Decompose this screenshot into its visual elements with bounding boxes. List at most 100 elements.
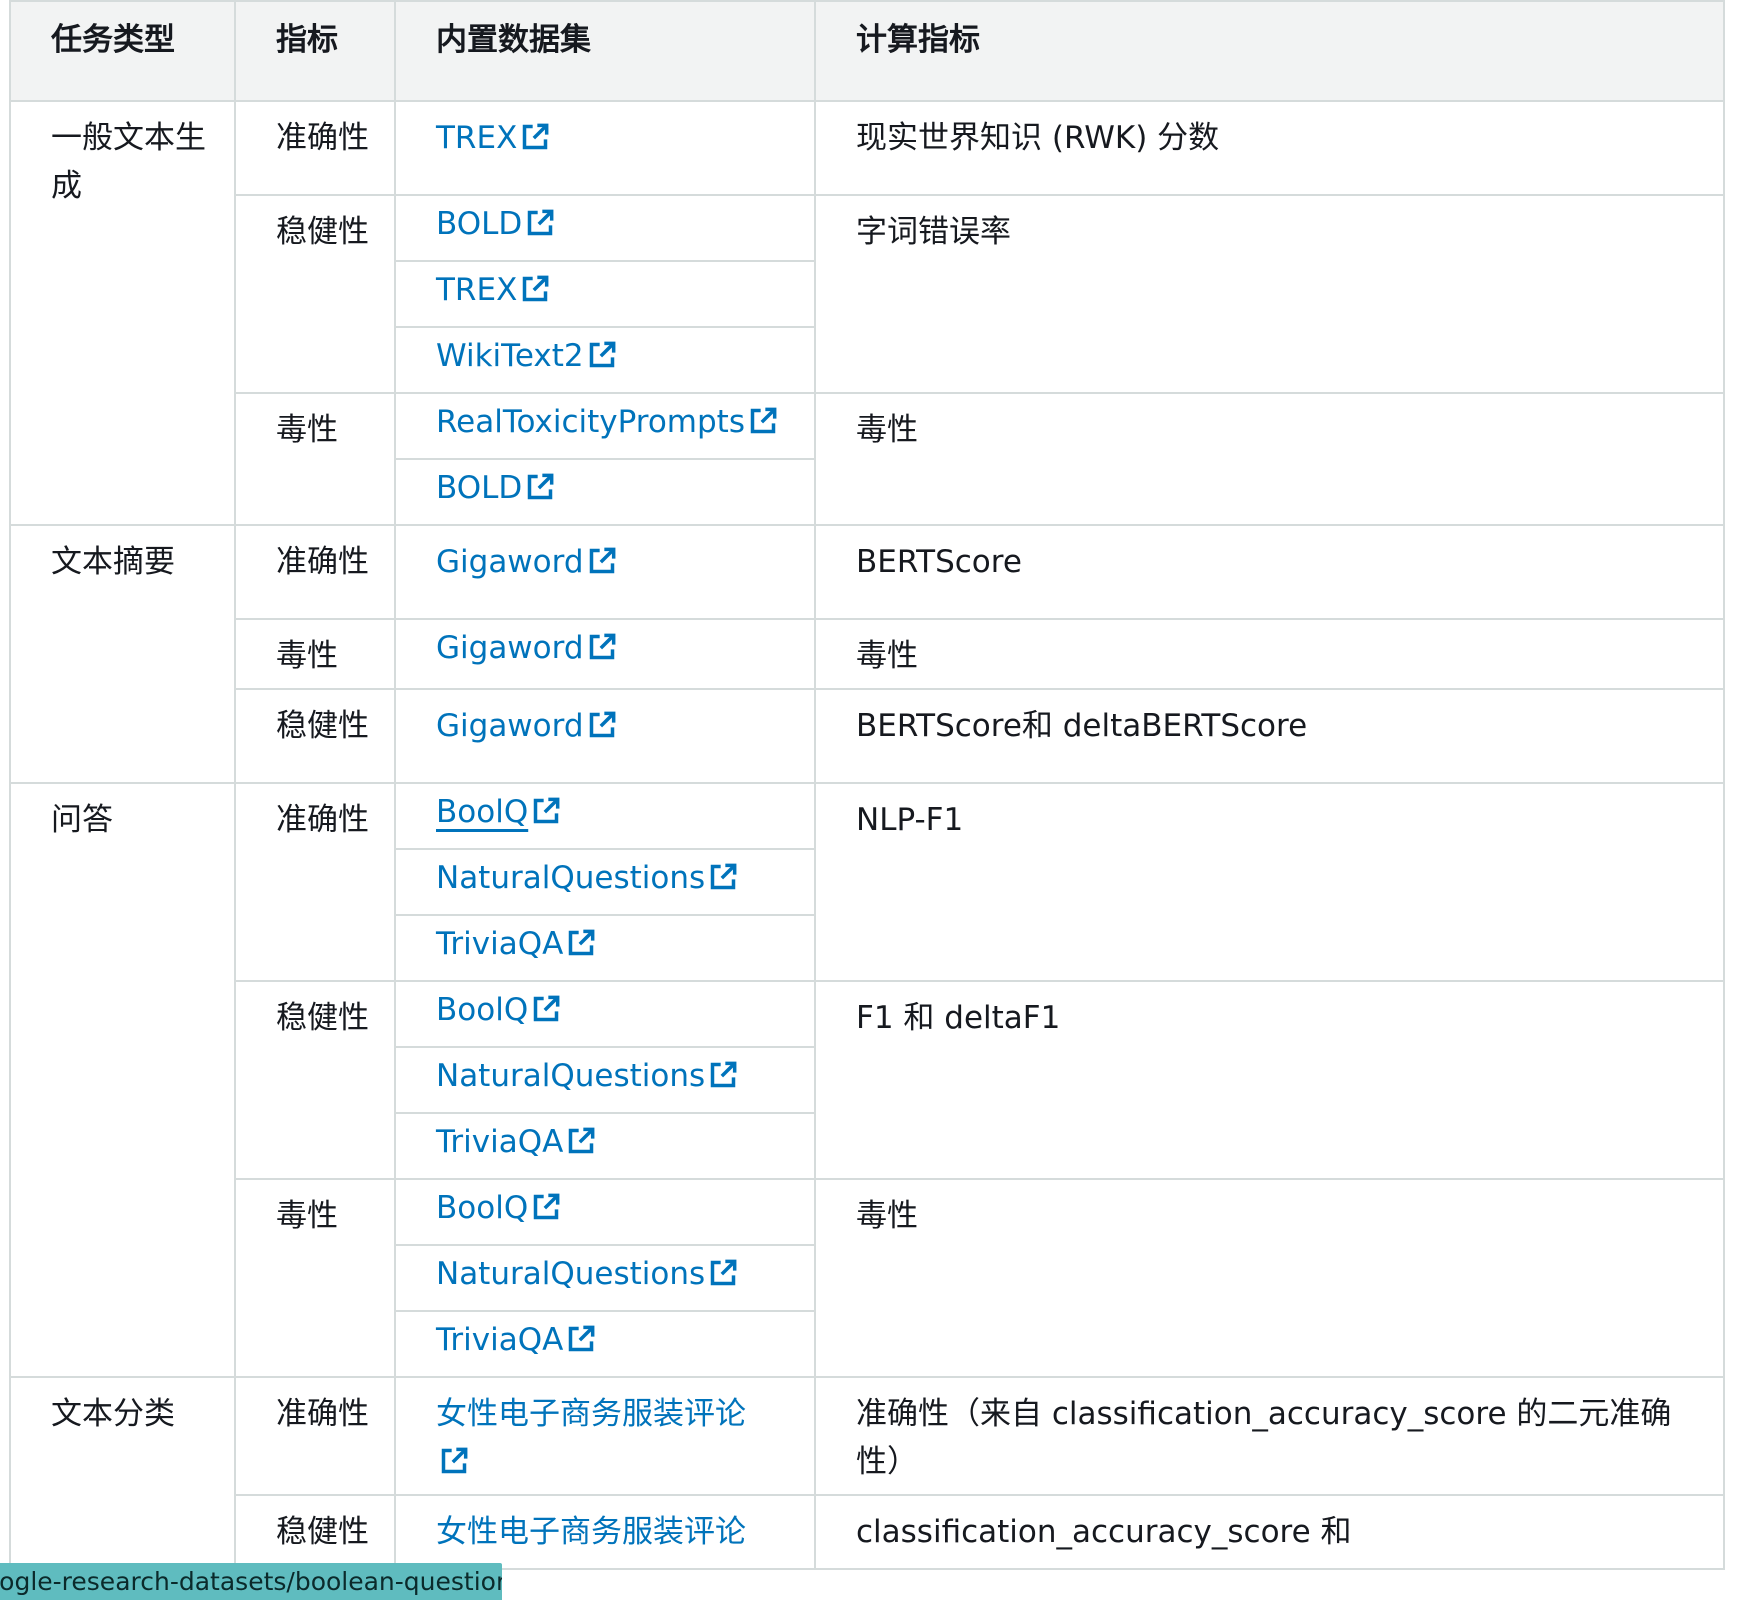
table-row: 稳健性 BOLD 字词错误率 [10,194,1725,394]
dataset-link[interactable]: Gigaword [436,544,616,580]
external-link-icon [709,1259,737,1287]
computed-metric-cell: 字词错误率 [814,194,1725,394]
table-row: 毒性 RealToxicityPrompts 毒性 [10,392,1725,526]
external-link-icon [526,209,554,237]
computed-metric-cell: 毒性 [814,1178,1725,1378]
dataset-link[interactable]: TriviaQA [436,926,595,962]
dataset-cell: Gigaword [394,524,816,620]
external-link-icon [440,1447,468,1475]
table-row: 毒性 BoolQ 毒性 [10,1178,1725,1378]
metric-cell: 毒性 [234,1178,396,1378]
dataset-cell: 女性电子商务服装评论 [394,1376,816,1496]
external-link-icon [526,473,554,501]
evaluation-table: 任务类型 指标 内置数据集 计算指标 一般文本生成 准确性 TREX 现实世界知… [9,0,1725,1570]
computed-metric-cell: 毒性 [814,392,1725,526]
dataset-cell: TriviaQA [394,1112,816,1180]
external-link-icon [532,995,560,1023]
dataset-cell: NaturalQuestions [394,848,816,916]
dataset-cell: TriviaQA [394,1310,816,1378]
dataset-link[interactable]: 女性电子商务服装评论 [436,1514,746,1550]
computed-metric-cell: 准确性（来自 classification_accuracy_score 的二元… [814,1376,1725,1496]
dataset-cell: Gigaword [394,618,816,690]
table-row: 稳健性 Gigaword BERTScore和 deltaBERTScore [10,688,1725,784]
header-task-type: 任务类型 [9,0,236,102]
dataset-cell: TREX [394,260,816,328]
dataset-link[interactable]: TREX [436,120,549,156]
external-link-icon [588,341,616,369]
dataset-cell: TREX [394,100,816,196]
metric-cell: 准确性 [234,782,396,982]
dataset-cell: TriviaQA [394,914,816,982]
external-link-icon [588,633,616,661]
external-link-icon [521,275,549,303]
dataset-cell: BoolQ [394,782,816,850]
external-link-icon [567,1127,595,1155]
metric-cell: 稳健性 [234,194,396,394]
metric-cell: 稳健性 [234,1494,396,1570]
table-row: 一般文本生成 准确性 TREX 现实世界知识 (RWK) 分数 [9,100,1725,526]
dataset-cell: RealToxicityPrompts [394,392,816,460]
dataset-link[interactable]: TriviaQA [436,1322,595,1358]
dataset-link[interactable]: RealToxicityPrompts [436,404,777,440]
dataset-cell: BoolQ [394,980,816,1048]
external-link-icon [709,863,737,891]
table-row: 稳健性 BoolQ F1 和 deltaF1 [10,980,1725,1180]
metric-cell: 毒性 [234,618,396,690]
dataset-link[interactable]: NaturalQuestions [436,860,737,896]
table-row: 问答 准确性 BoolQ NLP-F1 [9,782,1725,1378]
task-cell: 文本摘要 [9,524,236,784]
table-row: 毒性 Gigaword 毒性 [10,618,1725,690]
dataset-cell: NaturalQuestions [394,1244,816,1312]
dataset-cell: 女性电子商务服装评论 [394,1494,816,1570]
metric-cell: 稳健性 [234,980,396,1180]
status-url: google-research-datasets/boolean-questio… [0,1567,502,1596]
table-row: 文本分类 准确性 女性电子商务服装评论 准确性（来自 classificatio… [9,1376,1725,1570]
external-link-icon [521,123,549,151]
dataset-link[interactable]: TREX [436,272,549,308]
dataset-link[interactable]: NaturalQuestions [436,1058,737,1094]
computed-metric-cell: NLP-F1 [814,782,1725,982]
metric-cell: 准确性 [234,100,396,196]
task-cell: 文本分类 [9,1376,236,1570]
computed-metric-cell: 现实世界知识 (RWK) 分数 [814,100,1725,196]
link-status-bar: google-research-datasets/boolean-questio… [0,1563,502,1600]
header-computed-metric: 计算指标 [814,0,1725,102]
dataset-link[interactable]: Gigaword [436,708,616,744]
header-metric: 指标 [234,0,396,102]
computed-metric-cell: BERTScore和 deltaBERTScore [814,688,1725,784]
external-link-icon [588,547,616,575]
metric-cell: 毒性 [234,392,396,526]
dataset-link[interactable]: TriviaQA [436,1124,595,1160]
header-row: 任务类型 指标 内置数据集 计算指标 [9,0,1725,102]
dataset-link[interactable]: BOLD [436,470,554,506]
dataset-link[interactable]: BoolQ [436,1190,560,1226]
dataset-link[interactable]: BOLD [436,206,554,242]
task-cell: 问答 [9,782,236,1378]
dataset-link[interactable]: Gigaword [436,630,616,666]
dataset-link[interactable]: 女性电子商务服装评论 [436,1396,746,1480]
header-builtin-dataset: 内置数据集 [394,0,816,102]
task-cell: 一般文本生成 [9,100,236,526]
computed-metric-cell: 毒性 [814,618,1725,690]
external-link-icon [588,711,616,739]
dataset-link[interactable]: BoolQ [436,992,560,1028]
dataset-cell: WikiText2 [394,326,816,394]
external-link-icon [567,929,595,957]
computed-metric-cell: F1 和 deltaF1 [814,980,1725,1180]
table-row: 文本摘要 准确性 Gigaword BERTScore [9,524,1725,784]
dataset-link[interactable]: WikiText2 [436,338,616,374]
dataset-link[interactable]: BoolQ [436,794,560,830]
dataset-cell: BOLD [394,194,816,262]
metric-cell: 准确性 [234,1376,396,1496]
table-row: 稳健性 女性电子商务服装评论 classification_accuracy_s… [10,1494,1725,1570]
dataset-cell: NaturalQuestions [394,1046,816,1114]
dataset-link[interactable]: NaturalQuestions [436,1256,737,1292]
dataset-cell: BOLD [394,458,816,526]
dataset-cell: Gigaword [394,688,816,784]
external-link-icon [532,797,560,825]
computed-metric-cell: classification_accuracy_score 和 [814,1494,1725,1570]
external-link-icon [709,1061,737,1089]
external-link-icon [749,407,777,435]
metric-cell: 稳健性 [234,688,396,784]
dataset-cell: BoolQ [394,1178,816,1246]
